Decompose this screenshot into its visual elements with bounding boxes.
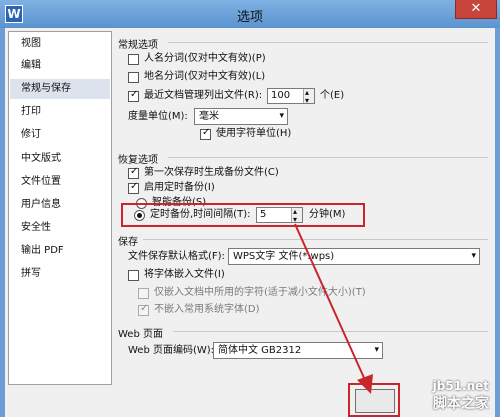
title-bar: W 选项 ✕ (0, 0, 500, 28)
dialog-body: 视图 编辑 常规与保存 打印 修订 中文版式 文件位置 用户信息 安全性 输出 … (5, 28, 495, 417)
annotation-arrow (294, 223, 373, 394)
watermark-brand: 脚本之家 (433, 396, 489, 412)
watermark-url: jb51.net (432, 379, 489, 393)
site-watermark: jb51.net 脚本之家 (433, 379, 489, 413)
close-button[interactable]: ✕ (455, 0, 497, 19)
window-title: 选项 (236, 10, 263, 25)
